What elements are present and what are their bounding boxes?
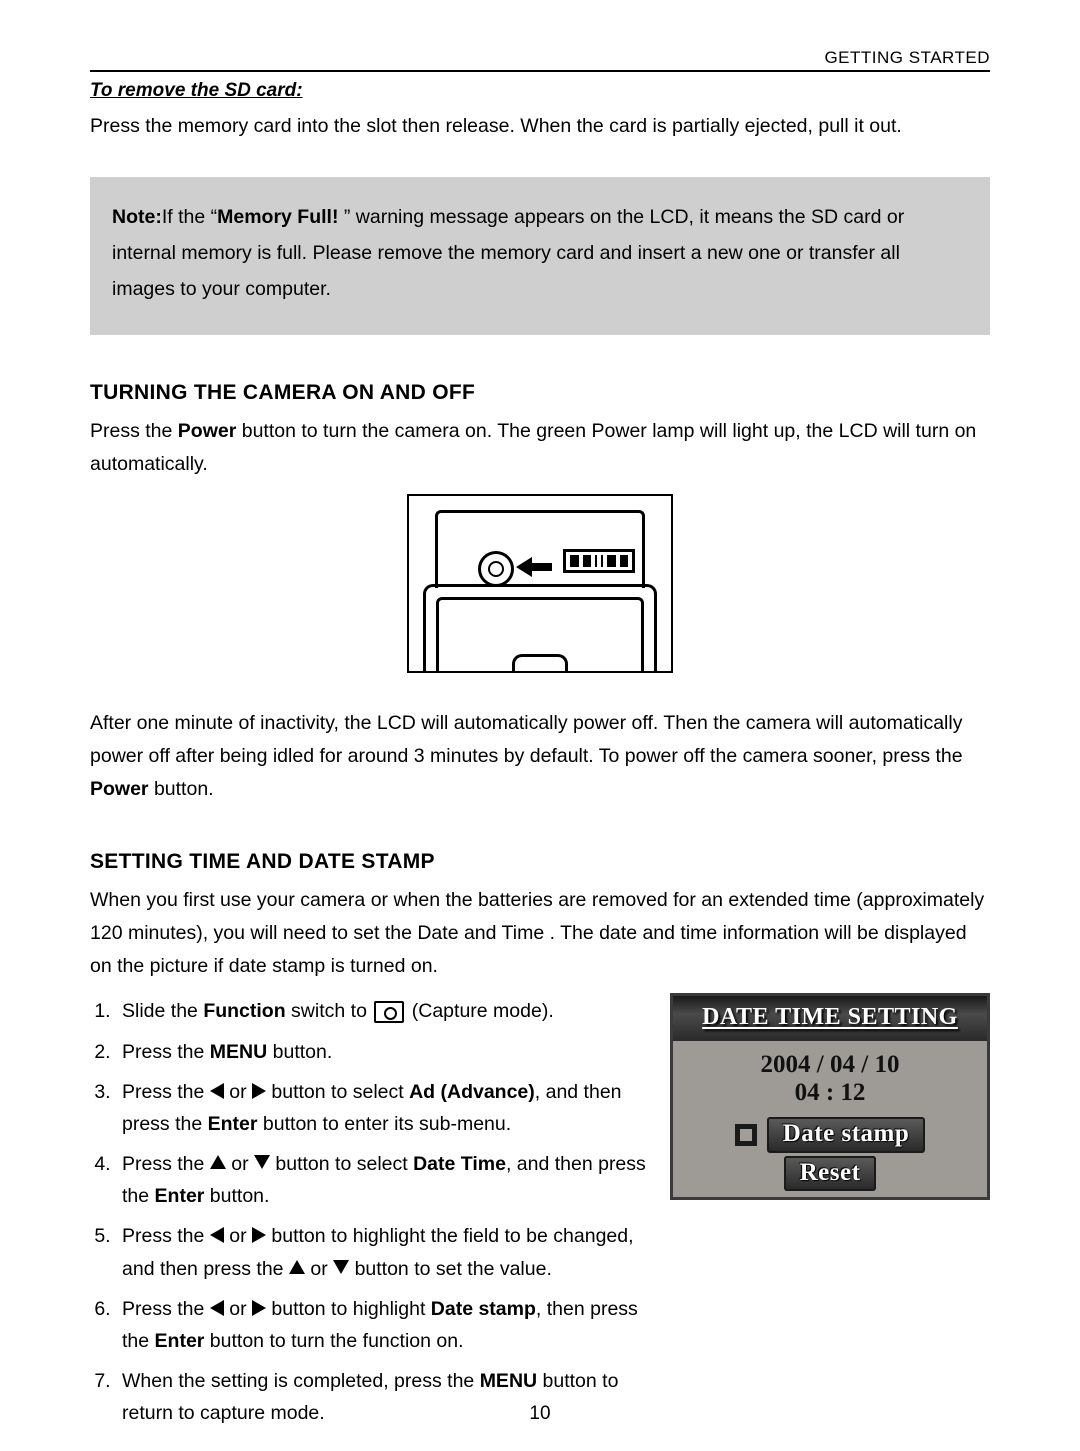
camera-illustration <box>407 494 673 673</box>
step-4: Press the or button to select Date Time,… <box>116 1148 654 1212</box>
triangle-down-icon <box>333 1260 349 1274</box>
text: or <box>229 1081 252 1103</box>
text: or <box>231 1153 254 1175</box>
text: Press the <box>122 1153 210 1175</box>
triangle-up-icon <box>210 1155 226 1169</box>
step-1: Slide the Function switch to (Capture mo… <box>116 995 654 1027</box>
text: button. <box>149 778 214 800</box>
triangle-right-icon <box>252 1227 266 1243</box>
bold: MENU <box>210 1041 267 1063</box>
bold: MENU <box>480 1370 537 1392</box>
text: button to highlight <box>271 1298 430 1320</box>
text: Slide the <box>122 1000 203 1022</box>
note-label: Note: <box>112 206 162 228</box>
note-box: Note:If the “Memory Full! ” warning mess… <box>90 177 990 335</box>
steps-list: Slide the Function switch to (Capture mo… <box>90 995 654 1429</box>
manual-page: GETTING STARTED To remove the SD card: P… <box>0 0 1080 1451</box>
bold: Ad (Advance) <box>409 1081 535 1103</box>
text: button to select <box>271 1081 409 1103</box>
triangle-right-icon <box>252 1083 266 1099</box>
lcd-date-value: 2004 / 04 / 10 <box>673 1041 987 1079</box>
text: After one minute of inactivity, the LCD … <box>90 712 963 767</box>
triangle-up-icon <box>289 1260 305 1274</box>
step-5: Press the or button to highlight the fie… <box>116 1220 654 1284</box>
lcd-reset-row: Reset <box>673 1155 987 1197</box>
bold: Enter <box>155 1185 205 1207</box>
text: Press the <box>122 1225 210 1247</box>
text: (Capture mode). <box>412 1000 554 1022</box>
lcd-title: DATE TIME SETTING <box>673 996 987 1041</box>
datetime-heading: SETTING TIME AND DATE STAMP <box>90 850 990 874</box>
text: or <box>229 1225 252 1247</box>
steps-column: Slide the Function switch to (Capture mo… <box>90 989 654 1437</box>
text: or <box>310 1258 333 1280</box>
text: button to turn the function on. <box>204 1330 463 1352</box>
arrow-left-icon <box>516 557 552 577</box>
power-para-2: After one minute of inactivity, the LCD … <box>90 707 990 806</box>
triangle-down-icon <box>254 1155 270 1169</box>
bold: Date stamp <box>431 1298 536 1320</box>
power-button-icon <box>478 551 514 587</box>
bold: Function <box>203 1000 285 1022</box>
step-6: Press the or button to highlight Date st… <box>116 1293 654 1357</box>
power-para-1: Press the Power button to turn the camer… <box>90 415 990 481</box>
bold: Enter <box>208 1113 258 1135</box>
text: or <box>229 1298 252 1320</box>
bold: Enter <box>155 1330 205 1352</box>
camera-notch <box>512 654 568 671</box>
card-slot-icon <box>563 549 635 573</box>
text: Press the <box>122 1081 210 1103</box>
lcd-screenshot: DATE TIME SETTING 2004 / 04 / 10 04 : 12… <box>670 993 990 1200</box>
camera-body <box>423 584 657 671</box>
power-heading: TURNING THE CAMERA ON AND OFF <box>90 381 990 405</box>
lcd-time-value: 04 : 12 <box>673 1079 987 1115</box>
page-number: 10 <box>0 1403 1080 1425</box>
step-2: Press the MENU button. <box>116 1036 654 1068</box>
text: Press the <box>122 1298 210 1320</box>
lcd-datestamp-button: Date stamp <box>767 1117 926 1153</box>
text: button. <box>267 1041 332 1063</box>
power-bold: Power <box>90 778 149 800</box>
note-bold-msg: Memory Full! <box>217 206 344 228</box>
text: Press the <box>122 1041 210 1063</box>
checkbox-icon <box>735 1124 757 1146</box>
datetime-intro: When you first use your camera or when t… <box>90 884 990 983</box>
text: button to select <box>275 1153 413 1175</box>
lcd-datestamp-row: Date stamp <box>673 1115 987 1155</box>
text: When the setting is completed, press the <box>122 1370 480 1392</box>
triangle-left-icon <box>210 1227 224 1243</box>
note-pre: If the “ <box>162 206 217 228</box>
remove-sd-text: Press the memory card into the slot then… <box>90 110 990 143</box>
triangle-right-icon <box>252 1300 266 1316</box>
section-header: GETTING STARTED <box>90 48 990 68</box>
triangle-left-icon <box>210 1083 224 1099</box>
text: Press the <box>90 420 178 442</box>
capture-mode-icon <box>374 1001 404 1023</box>
camera-top <box>435 510 645 588</box>
bold: Date Time <box>413 1153 506 1175</box>
text: button to set the value. <box>355 1258 552 1280</box>
camera-body-inner <box>436 597 644 671</box>
remove-sd-heading: To remove the SD card: <box>90 80 990 102</box>
power-bold: Power <box>178 420 237 442</box>
header-rule <box>90 70 990 72</box>
triangle-left-icon <box>210 1300 224 1316</box>
text: button. <box>204 1185 269 1207</box>
lcd-reset-button: Reset <box>784 1156 877 1191</box>
text: button to enter its sub-menu. <box>258 1113 512 1135</box>
step-3: Press the or button to select Ad (Advanc… <box>116 1076 654 1140</box>
text: switch to <box>286 1000 373 1022</box>
